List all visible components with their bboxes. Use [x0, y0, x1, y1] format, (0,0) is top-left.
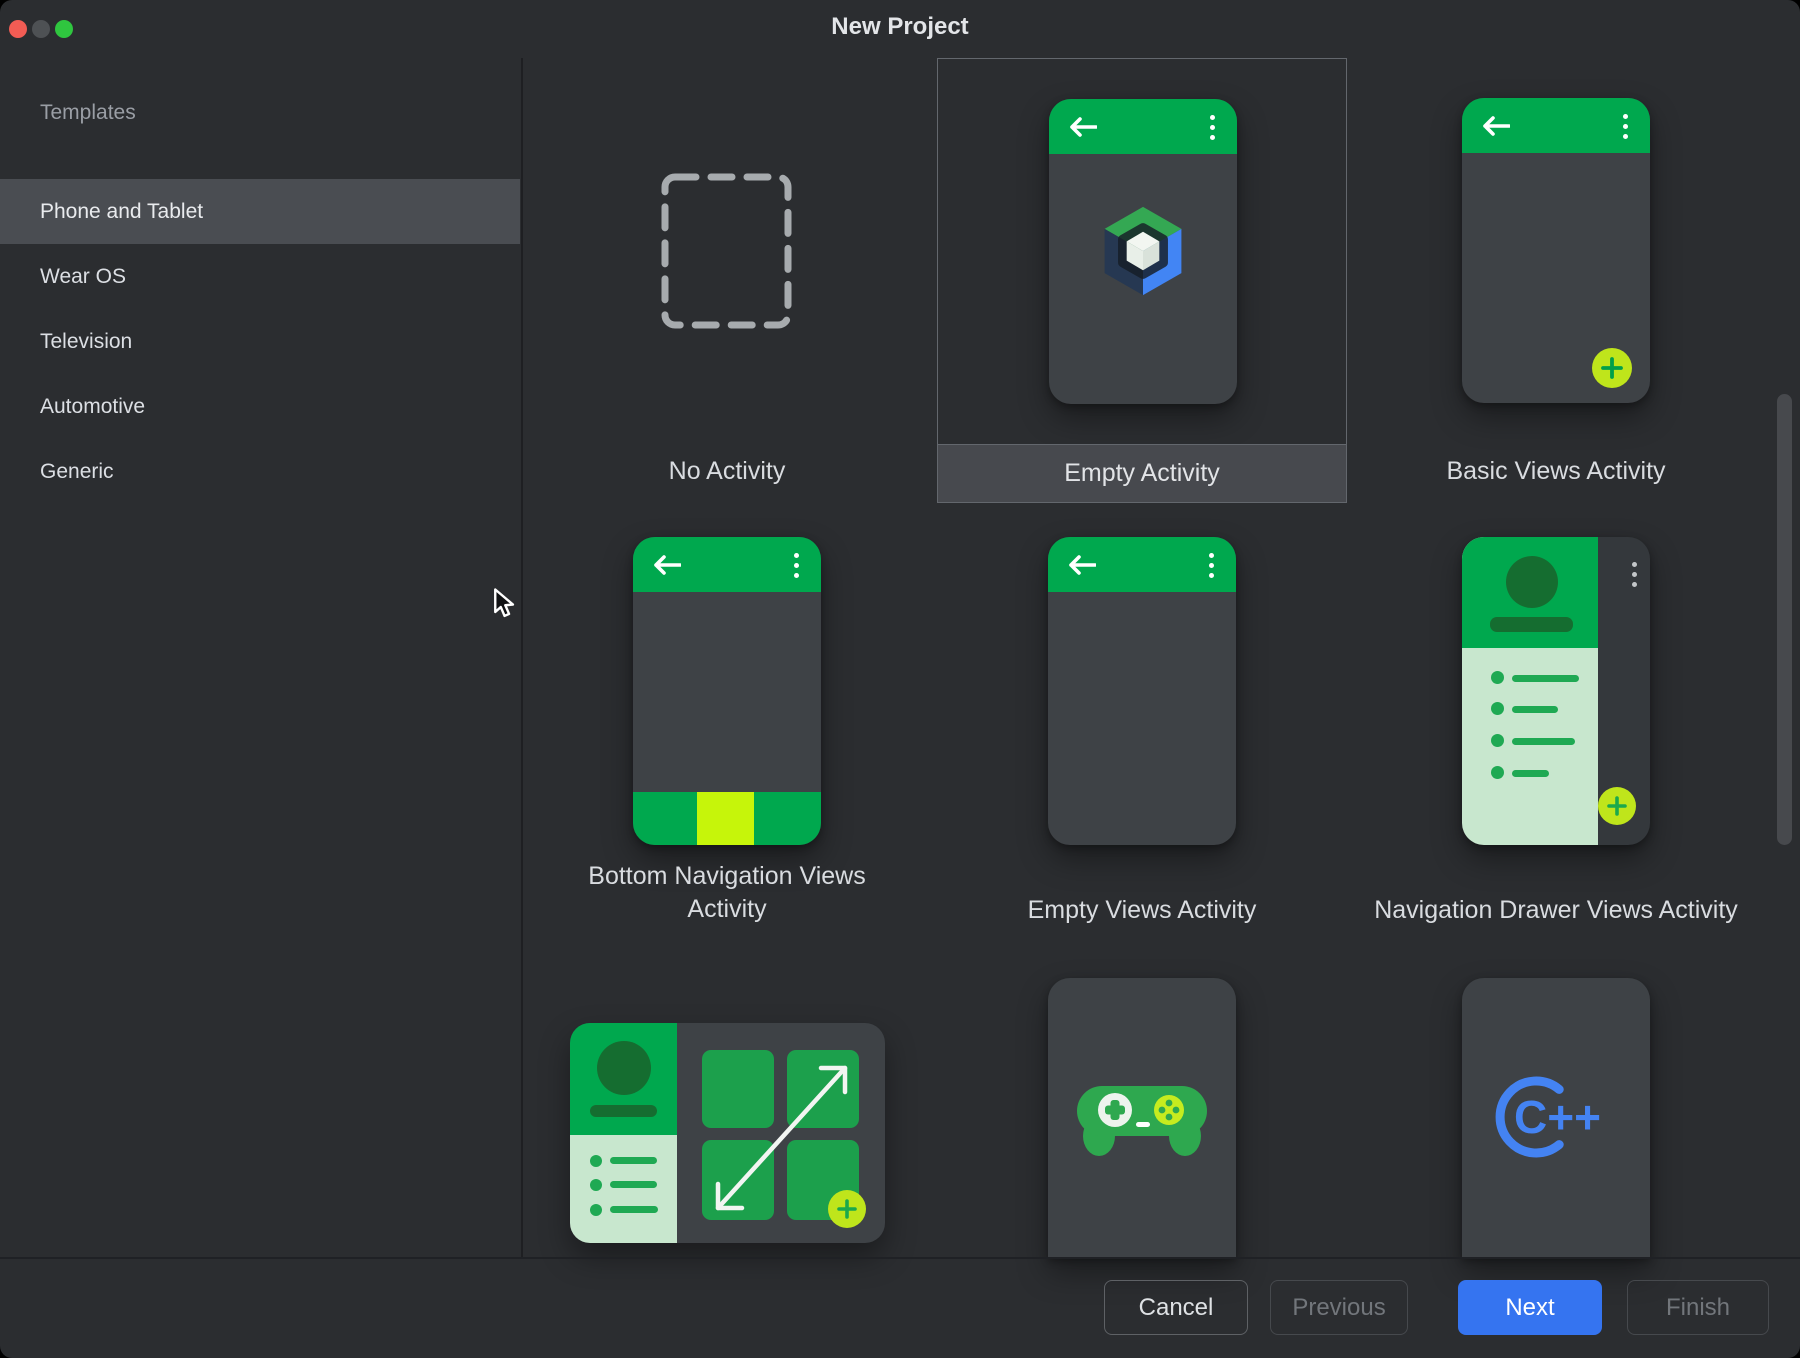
dialog-title: New Project [0, 13, 1800, 41]
templates-header: Templates [40, 101, 136, 125]
sidebar-item-label: Phone and Tablet [40, 200, 203, 224]
svg-text:C++: C++ [1514, 1091, 1601, 1143]
overflow-menu-icon [1210, 115, 1215, 140]
fab-plus-icon [828, 1190, 866, 1228]
vertical-scrollbar-thumb[interactable] [1777, 394, 1792, 845]
back-arrow-icon [1066, 554, 1096, 576]
sidebar-item-label: Television [40, 330, 132, 354]
game-controller-icon [1077, 1080, 1207, 1160]
phone-mockup [1462, 537, 1650, 845]
jetpack-compose-logo-icon [1095, 203, 1191, 299]
overflow-menu-icon [794, 553, 799, 578]
footer-separator [0, 1257, 1800, 1259]
phone-mockup: C++ [1462, 978, 1650, 1258]
cpp-logo-icon: C++ [1492, 1074, 1620, 1160]
cancel-button[interactable]: Cancel [1104, 1280, 1248, 1335]
sidebar-divider [521, 58, 523, 1257]
avatar [1506, 556, 1558, 608]
app-bar [1048, 537, 1236, 592]
app-bar [1049, 99, 1237, 154]
phone-mockup [1048, 537, 1236, 845]
phone-mockup [633, 537, 821, 845]
overflow-menu-icon [1623, 114, 1628, 139]
next-button[interactable]: Next [1458, 1280, 1602, 1335]
sidebar-item-television[interactable]: Television [0, 309, 520, 374]
new-project-dialog: New Project Templates Phone and Tablet W… [0, 0, 1800, 1358]
sidebar-item-label: Automotive [40, 395, 145, 419]
overflow-menu-icon [1632, 562, 1637, 587]
fab-plus-icon [1598, 787, 1636, 825]
app-bar [633, 537, 821, 592]
phone-mockup [1049, 99, 1237, 404]
nav-drawer-icon [1462, 537, 1598, 845]
fab-plus-icon [1592, 348, 1632, 388]
sidebar-item-label: Generic [40, 460, 114, 484]
finish-button[interactable]: Finish [1627, 1280, 1769, 1335]
sidebar-item-label: Wear OS [40, 265, 126, 289]
titlebar: New Project [0, 0, 1800, 60]
template-label: No Activity [567, 455, 887, 488]
template-label: Basic Views Activity [1396, 455, 1716, 488]
back-arrow-icon [1067, 116, 1097, 138]
template-label: Empty Activity [938, 444, 1346, 502]
template-card-responsive-views[interactable] [570, 1023, 885, 1243]
sidebar-item-automotive[interactable]: Automotive [0, 374, 520, 439]
bottom-nav-bar-icon [633, 792, 821, 845]
dashed-placeholder-icon [660, 172, 793, 330]
template-card-empty-activity[interactable]: Empty Activity [937, 58, 1347, 503]
sidebar-item-generic[interactable]: Generic [0, 439, 520, 504]
template-label: Navigation Drawer Views Activity [1346, 894, 1766, 927]
mouse-cursor-icon [492, 588, 518, 618]
app-bar [1462, 98, 1650, 153]
avatar [597, 1041, 651, 1095]
back-arrow-icon [1480, 115, 1510, 137]
previous-button[interactable]: Previous [1270, 1280, 1408, 1335]
template-label: Empty Views Activity [982, 894, 1302, 927]
phone-mockup [1048, 978, 1236, 1258]
sidebar-item-phone-and-tablet[interactable]: Phone and Tablet [0, 179, 520, 244]
phone-mockup [1462, 98, 1650, 403]
sidebar-item-wear-os[interactable]: Wear OS [0, 244, 520, 309]
back-arrow-icon [651, 554, 681, 576]
template-label: Bottom Navigation Views Activity [562, 860, 892, 926]
overflow-menu-icon [1209, 553, 1214, 578]
